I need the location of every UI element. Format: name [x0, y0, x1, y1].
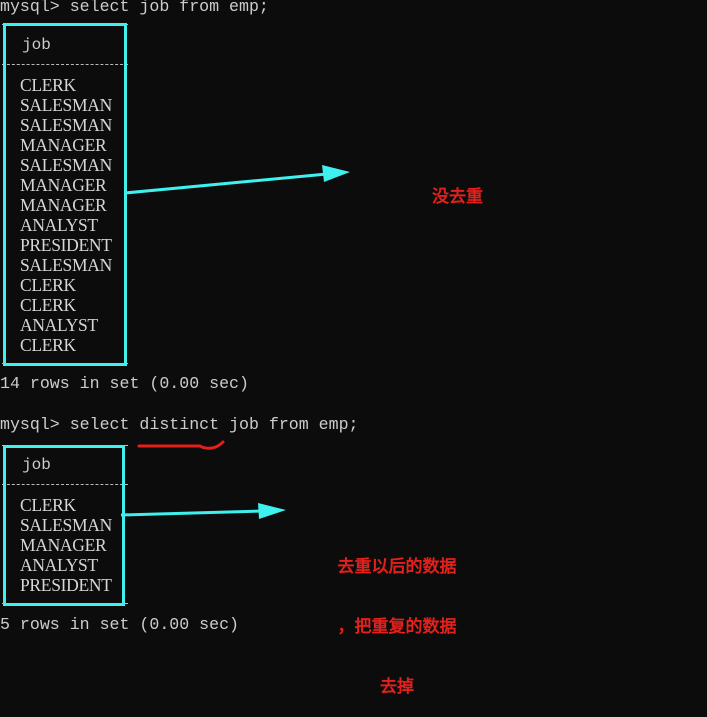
table2-top-border — [2, 445, 128, 446]
result-table-2: job CLERK SALESMAN MANAGER ANALYST PRESIDENT — [0, 0, 130, 642]
table-row: MANAGER — [20, 535, 107, 555]
table-row: PRESIDENT — [20, 575, 112, 595]
table2-column-header: job — [22, 456, 51, 474]
table2-rows: CLERK SALESMAN MANAGER ANALYST PRESIDENT — [20, 495, 112, 595]
annotation-not-deduplicated: 没去重 — [432, 187, 483, 207]
table2-header-separator — [2, 484, 128, 485]
query2-result-summary: 5 rows in set (0.00 sec) — [0, 615, 239, 634]
annotation-line-3: 去掉 — [380, 677, 414, 697]
red-underline-distinct — [137, 440, 225, 450]
arrow-1-head-icon — [322, 165, 350, 182]
annotation-line-2: ，把重复的数据 — [337, 617, 457, 637]
annotation-deduplicated-explanation: 去重以后的数据 ，把重复的数据 去掉 — [322, 517, 472, 717]
arrow-2 — [120, 503, 286, 519]
table2-bottom-border — [2, 603, 128, 604]
arrow-2-head-icon — [258, 503, 286, 519]
table-row: ANALYST — [20, 555, 98, 575]
annotation-line-1: 去重以后的数据 — [337, 557, 457, 577]
table-row: CLERK — [20, 495, 76, 515]
table-row: SALESMAN — [20, 515, 112, 535]
arrow-1 — [124, 165, 350, 195]
